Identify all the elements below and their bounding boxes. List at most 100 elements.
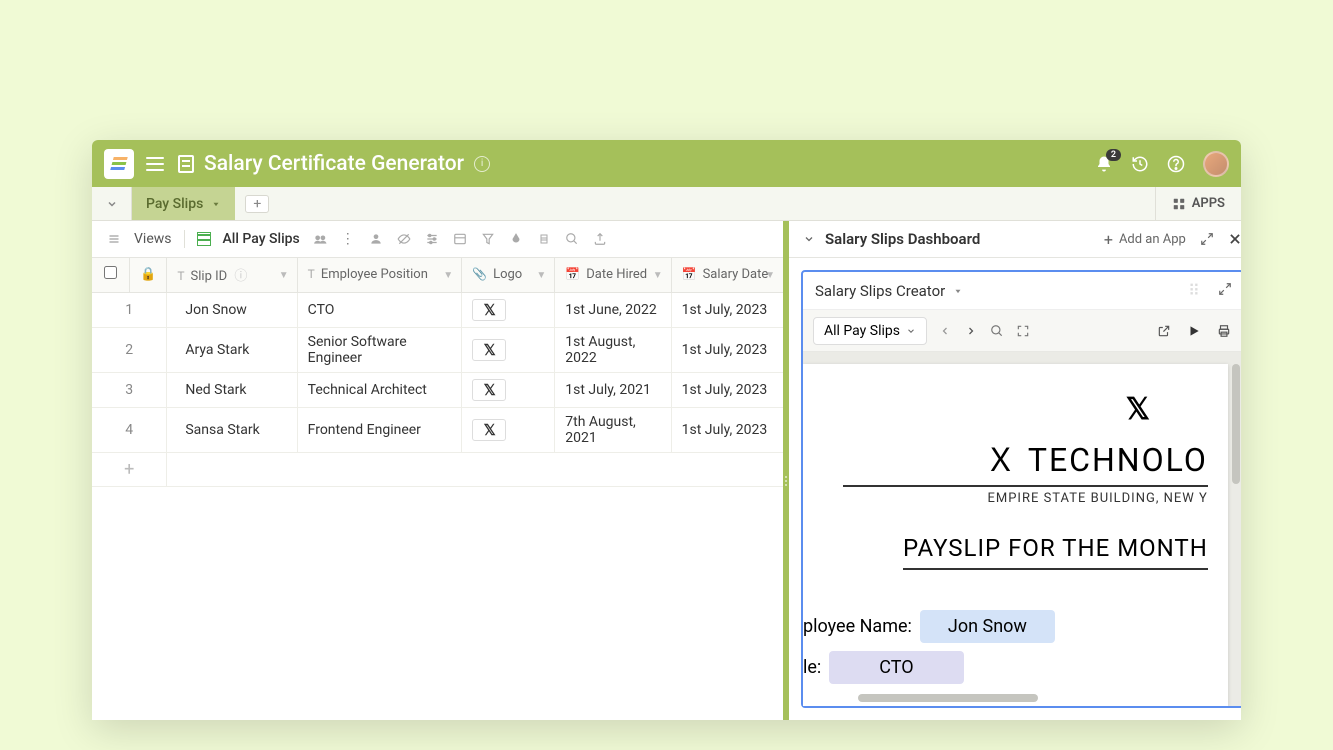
color-icon[interactable] bbox=[508, 231, 524, 247]
pane-resize-handle[interactable] bbox=[783, 471, 789, 491]
next-record-icon[interactable] bbox=[963, 323, 979, 339]
help-icon[interactable] bbox=[1167, 155, 1185, 173]
row-height-icon[interactable] bbox=[536, 231, 552, 247]
panel-title[interactable]: Salary Slips Creator bbox=[815, 282, 945, 300]
add-app-button[interactable]: + Add an App bbox=[1104, 230, 1186, 249]
company-address: EMPIRE STATE BUILDING, NEW Y bbox=[803, 491, 1208, 506]
employee-name-value: Jon Snow bbox=[920, 610, 1055, 643]
row-number: 1 bbox=[92, 292, 167, 327]
views-menu-icon[interactable] bbox=[106, 231, 122, 247]
cell-date-hired[interactable]: 1st August, 2022 bbox=[555, 327, 671, 372]
title-value: CTO bbox=[829, 651, 963, 684]
filter-dropdown[interactable]: All Pay Slips bbox=[813, 317, 927, 345]
cell-slip-id[interactable]: Arya Stark bbox=[167, 327, 297, 372]
column-logo[interactable]: 📎Logo▼ bbox=[462, 258, 555, 292]
cell-salary-date[interactable]: 1st July, 2023 bbox=[671, 327, 783, 372]
group-icon[interactable] bbox=[452, 231, 468, 247]
share-view-icon[interactable] bbox=[312, 231, 328, 247]
views-label[interactable]: Views bbox=[134, 231, 172, 247]
expand-dashboard-icon[interactable] bbox=[1200, 232, 1214, 246]
row-number: 3 bbox=[92, 372, 167, 407]
dashboard-panel: Salary Slips Creator ⠿ All Pay Slips bbox=[801, 270, 1241, 708]
hide-fields-icon[interactable] bbox=[396, 231, 412, 247]
main-area: Views All Pay Slips ⋮ bbox=[92, 221, 1241, 720]
company-logo: 𝕏 bbox=[803, 392, 1208, 427]
cell-logo[interactable]: 𝕏 bbox=[462, 407, 555, 452]
row-number: 2 bbox=[92, 327, 167, 372]
drag-handle-icon[interactable]: ⠿ bbox=[1188, 281, 1200, 300]
user-avatar[interactable] bbox=[1203, 151, 1229, 177]
table-row[interactable]: 1 Jon Snow CTO 𝕏 1st June, 2022 1st July… bbox=[92, 292, 783, 327]
history-icon[interactable] bbox=[1131, 155, 1149, 173]
panel-header: Salary Slips Creator ⠿ bbox=[803, 272, 1241, 310]
view-toolbar: Views All Pay Slips ⋮ bbox=[92, 221, 783, 258]
topbar: Salary Certificate Generator i 2 bbox=[92, 140, 1241, 187]
table-row[interactable]: 4 Sansa Stark Frontend Engineer 𝕏 7th Au… bbox=[92, 407, 783, 452]
dashboard-pane: Salary Slips Dashboard + Add an App Sala… bbox=[789, 221, 1241, 720]
filter-icon[interactable] bbox=[480, 231, 496, 247]
notifications-icon[interactable]: 2 bbox=[1095, 155, 1113, 173]
data-table: 🔒 TSlip ID ⓘ▼ TEmployee Position▼ 📎Logo▼… bbox=[92, 258, 783, 487]
more-options-icon[interactable]: ⋮ bbox=[340, 231, 356, 247]
cell-logo[interactable]: 𝕏 bbox=[462, 292, 555, 327]
expand-panel-icon[interactable] bbox=[1218, 282, 1232, 296]
horizontal-scrollbar[interactable] bbox=[858, 694, 1038, 702]
cell-logo[interactable]: 𝕏 bbox=[462, 372, 555, 407]
table-row[interactable]: 3 Ned Stark Technical Architect 𝕏 1st Ju… bbox=[92, 372, 783, 407]
panel-dropdown-icon[interactable] bbox=[953, 286, 963, 296]
close-dashboard-icon[interactable] bbox=[1228, 232, 1241, 246]
cell-salary-date[interactable]: 1st July, 2023 bbox=[671, 292, 783, 327]
cell-date-hired[interactable]: 1st June, 2022 bbox=[555, 292, 671, 327]
cell-position[interactable]: Technical Architect bbox=[297, 372, 461, 407]
info-icon[interactable]: i bbox=[474, 156, 490, 172]
vertical-scrollbar[interactable] bbox=[1232, 364, 1240, 484]
open-external-icon[interactable] bbox=[1156, 323, 1172, 339]
add-tab-button[interactable]: + bbox=[245, 195, 269, 213]
cell-salary-date[interactable]: 1st July, 2023 bbox=[671, 372, 783, 407]
fullscreen-icon[interactable] bbox=[1015, 323, 1031, 339]
filter-settings-icon[interactable] bbox=[424, 231, 440, 247]
cell-logo[interactable]: 𝕏 bbox=[462, 327, 555, 372]
prev-record-icon[interactable] bbox=[937, 323, 953, 339]
menu-icon[interactable] bbox=[146, 157, 164, 171]
document-preview[interactable]: 𝕏 Ｘ TECHNOLO EMPIRE STATE BUILDING, NEW … bbox=[803, 352, 1241, 706]
tab-pay-slips[interactable]: Pay Slips bbox=[132, 187, 235, 220]
panel-toolbar: All Pay Slips bbox=[803, 310, 1241, 352]
search-panel-icon[interactable] bbox=[989, 323, 1005, 339]
export-icon[interactable] bbox=[592, 231, 608, 247]
tab-expand-button[interactable] bbox=[92, 187, 132, 220]
cell-slip-id[interactable]: Ned Stark bbox=[167, 372, 297, 407]
notification-badge: 2 bbox=[1106, 149, 1121, 161]
column-salary-date[interactable]: 📅Salary Date▼ bbox=[671, 258, 783, 292]
play-icon[interactable] bbox=[1186, 323, 1202, 339]
info-icon: ⓘ bbox=[234, 269, 247, 284]
cell-position[interactable]: CTO bbox=[297, 292, 461, 327]
column-date-hired[interactable]: 📅Date Hired▼ bbox=[555, 258, 671, 292]
cell-salary-date[interactable]: 1st July, 2023 bbox=[671, 407, 783, 452]
column-position[interactable]: TEmployee Position▼ bbox=[297, 258, 461, 292]
cell-slip-id[interactable]: Jon Snow bbox=[167, 292, 297, 327]
print-icon[interactable] bbox=[1216, 323, 1232, 339]
view-name[interactable]: All Pay Slips bbox=[223, 231, 300, 247]
row-number: 4 bbox=[92, 407, 167, 452]
column-slip-id[interactable]: TSlip ID ⓘ▼ bbox=[167, 258, 297, 292]
cell-slip-id[interactable]: Sansa Stark bbox=[167, 407, 297, 452]
tabbar: Pay Slips + APPS bbox=[92, 187, 1241, 221]
payslip-document: 𝕏 Ｘ TECHNOLO EMPIRE STATE BUILDING, NEW … bbox=[803, 364, 1228, 706]
search-icon[interactable] bbox=[564, 231, 580, 247]
cell-date-hired[interactable]: 1st July, 2021 bbox=[555, 372, 671, 407]
app-window: Salary Certificate Generator i 2 Pay Sli… bbox=[92, 140, 1241, 720]
cell-position[interactable]: Senior Software Engineer bbox=[297, 327, 461, 372]
collapse-icon[interactable] bbox=[803, 233, 815, 245]
add-row-button[interactable]: + bbox=[92, 452, 167, 486]
lock-icon: 🔒 bbox=[140, 267, 156, 282]
app-logo[interactable] bbox=[104, 149, 134, 179]
apps-button[interactable]: APPS bbox=[1155, 187, 1241, 220]
dashboard-header: Salary Slips Dashboard + Add an App bbox=[789, 221, 1241, 258]
cell-position[interactable]: Frontend Engineer bbox=[297, 407, 461, 452]
collaborators-icon[interactable] bbox=[368, 231, 384, 247]
table-row[interactable]: 2 Arya Stark Senior Software Engineer 𝕏 … bbox=[92, 327, 783, 372]
cell-date-hired[interactable]: 7th August, 2021 bbox=[555, 407, 671, 452]
grid-view-icon bbox=[197, 232, 211, 246]
select-all-checkbox[interactable] bbox=[104, 266, 117, 279]
